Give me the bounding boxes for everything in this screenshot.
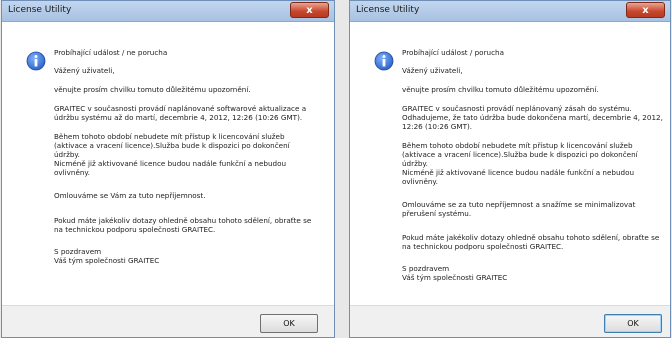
close-icon: x	[642, 5, 649, 16]
message-line: Odhadujeme, že tato údržba bude dokončen…	[402, 113, 663, 122]
window-title: License Utility	[8, 5, 72, 15]
close-icon: x	[306, 5, 313, 16]
message-line: věnujte prosím chvilku tomuto důležitému…	[402, 85, 599, 94]
message-line: údržby.	[54, 150, 80, 159]
message-line: Nicméně již aktivované licence budou nad…	[402, 168, 635, 177]
ok-button[interactable]: OK	[604, 314, 662, 333]
message-line: 12:26 (10:26 GMT).	[402, 122, 473, 131]
message-line: Vážený uživateli,	[54, 66, 115, 75]
message-line: (aktivace a vracení licence).Služba bude…	[54, 141, 290, 150]
message-line: Pokud máte jakékoliv dotazy ohledně obsa…	[402, 233, 660, 242]
message-line: na technickou podporu společnosti GRAITE…	[402, 242, 564, 251]
message-line: S pozdravem	[54, 247, 102, 256]
message-line: Pokud máte jakékoliv dotazy ohledně obsa…	[54, 216, 312, 225]
message-line: Omlouváme se za tuto nepříjemnost a snaž…	[402, 200, 636, 209]
license-utility-dialog-right: License Utility x Probíhající událost / …	[349, 0, 671, 338]
window-title: License Utility	[356, 5, 420, 15]
title-bar[interactable]: License Utility x	[350, 1, 670, 22]
message-line: Omlouváme se Vám za tuto nepříjemnost.	[54, 191, 206, 200]
message-line: přerušení systému.	[402, 209, 472, 218]
message-line: S pozdravem	[402, 264, 450, 273]
message-line: ovlivněny.	[402, 177, 438, 186]
license-utility-dialog-left: License Utility x Probíhající událost / …	[1, 0, 335, 338]
message-heading: Probíhající událost / ne porucha	[54, 48, 168, 57]
title-bar[interactable]: License Utility x	[2, 1, 334, 22]
info-icon	[26, 51, 46, 71]
message-line: věnujte prosím chvilku tomuto důležitému…	[54, 85, 251, 94]
message-line: Váš tým společnosti GRAITEC	[54, 256, 160, 265]
message-line: údržby.	[402, 159, 428, 168]
message-heading: Probíhající událost / porucha	[402, 48, 505, 57]
dialog-content: Probíhající událost / ne porucha Vážený …	[2, 22, 334, 337]
info-icon	[374, 51, 394, 71]
message-line: GRAITEC v současnosti provádí naplánovan…	[54, 104, 307, 113]
message-line: Během tohoto období nebudete mít přístup…	[402, 141, 633, 150]
message-line: Váš tým společnosti GRAITEC	[402, 273, 508, 282]
message-line: Nicméně již aktivované licence budou nad…	[54, 159, 287, 168]
dialog-footer: OK	[350, 305, 670, 337]
message-line: (aktivace a vracení licence).Služba bude…	[402, 150, 638, 159]
message-line: ovlivněny.	[54, 168, 90, 177]
message-line: Během tohoto období nebudete mít přístup…	[54, 132, 285, 141]
message-line: Vážený uživateli,	[402, 66, 463, 75]
close-button[interactable]: x	[626, 2, 665, 18]
message-line: údržbu systému až do martí, decembrie 4,…	[54, 113, 303, 122]
ok-button[interactable]: OK	[260, 314, 318, 333]
dialog-footer: OK	[2, 305, 334, 337]
message-line: na technickou podporu společnosti GRAITE…	[54, 225, 216, 234]
message-line: GRAITEC v současnosti provádí neplánovan…	[402, 104, 632, 113]
close-button[interactable]: x	[290, 2, 329, 18]
dialog-content: Probíhající událost / porucha Vážený uži…	[350, 22, 670, 337]
